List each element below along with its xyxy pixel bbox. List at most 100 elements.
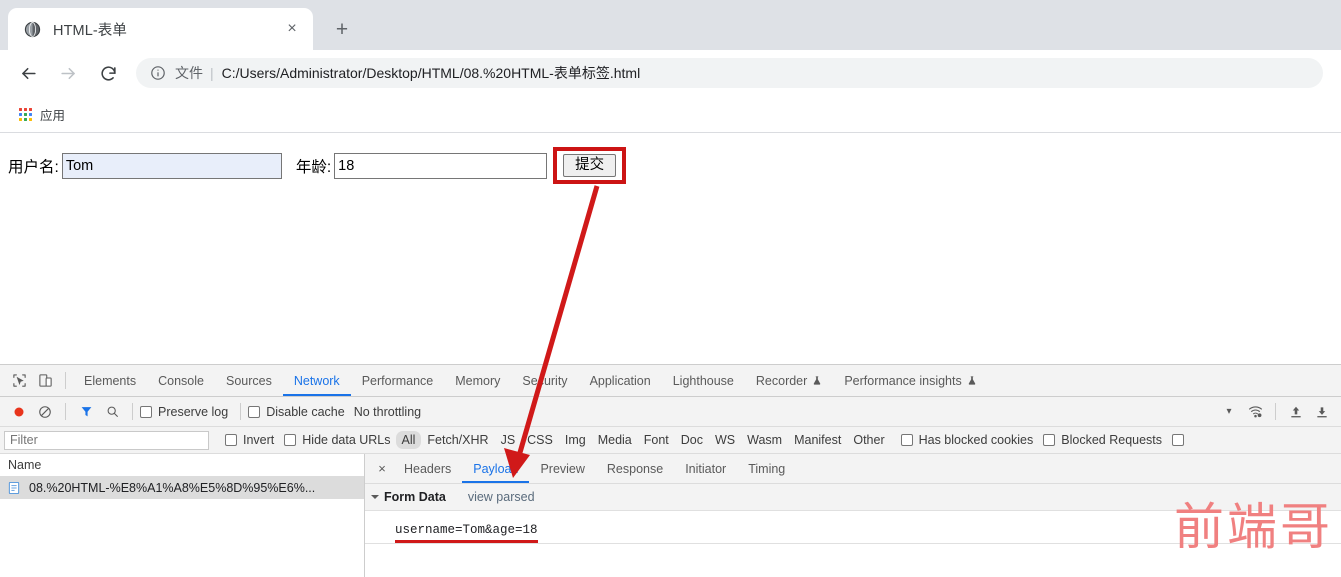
browser-tabstrip: HTML-表单 × + (0, 0, 1341, 50)
upload-arrow-icon[interactable] (1283, 399, 1309, 425)
disable-cache-checkbox[interactable]: Disable cache (248, 405, 345, 419)
close-icon[interactable]: × (281, 18, 303, 40)
network-toolbar: Preserve log Disable cache No throttling… (0, 397, 1341, 427)
details-tab-list: Headers Payload Preview Response Initiator Ti… (393, 454, 796, 483)
preserve-log-label: Preserve log (158, 404, 229, 419)
download-arrow-icon[interactable] (1309, 399, 1335, 425)
devtools-tab-label: Network (293, 373, 340, 388)
has-blocked-cookies-checkbox[interactable]: Has blocked cookies (900, 433, 1033, 447)
devtools-tab-security[interactable]: Security (511, 365, 578, 396)
devtools-tab-elements[interactable]: Elements (73, 365, 147, 396)
details-tab-timing[interactable]: Timing (737, 454, 796, 483)
devtools-tab-label: Sources (225, 373, 272, 388)
filter-type-font[interactable]: Font (638, 431, 675, 449)
browser-tab[interactable]: HTML-表单 × (8, 8, 313, 50)
disable-cache-label: Disable cache (266, 404, 345, 419)
devtools-tab-label: Lighthouse (672, 373, 734, 388)
age-input[interactable] (334, 152, 548, 179)
record-dot-icon[interactable] (6, 399, 32, 425)
toolbar-divider (240, 403, 242, 420)
bookmarks-bar: 应用 (0, 96, 1341, 133)
document-file-icon (6, 481, 21, 496)
close-icon[interactable]: × (371, 458, 393, 480)
details-tab-payload[interactable]: Payload (462, 454, 529, 483)
details-tab-headers[interactable]: Headers (393, 454, 462, 483)
devtools-tab-sources[interactable]: Sources (215, 365, 283, 396)
toolbar-divider (65, 403, 66, 420)
devtools-tab-network[interactable]: Network (283, 365, 351, 396)
filter-type-manifest[interactable]: Manifest (788, 431, 847, 449)
reload-button[interactable] (93, 58, 123, 88)
blocked-requests-checkbox[interactable]: Blocked Requests (1043, 433, 1162, 447)
flask-experiment-icon (967, 375, 977, 386)
devtools-tab-performance[interactable]: Performance (351, 365, 445, 396)
devtools-tab-lighthouse[interactable]: Lighthouse (662, 365, 745, 396)
forward-button[interactable] (53, 58, 83, 88)
network-filterbar: Invert Hide data URLs AllFetch/XHRJSCSSI… (0, 427, 1341, 454)
info-circle-icon[interactable] (150, 65, 166, 81)
devtools-panel: Elements Console Sources Network Performance… (0, 364, 1341, 577)
checkbox-box (1043, 434, 1056, 446)
bookmark-item-apps[interactable]: 应用 (12, 102, 72, 127)
filter-type-media[interactable]: Media (592, 431, 638, 449)
search-magnifier-icon[interactable] (99, 399, 125, 425)
column-header-name[interactable]: Name (0, 454, 364, 477)
clear-circle-slash-icon[interactable] (32, 399, 58, 425)
details-tab-preview[interactable]: Preview (529, 454, 595, 483)
request-row[interactable]: 08.%20HTML-%E8%A1%A8%E5%8D%95%E6%... (0, 477, 364, 499)
blocked-requests-label: Blocked Requests (1061, 433, 1163, 447)
filter-type-doc[interactable]: Doc (675, 431, 709, 449)
devtools-tab-label: Memory (455, 373, 501, 388)
filter-type-img[interactable]: Img (559, 431, 592, 449)
filter-type-all[interactable]: All (395, 431, 422, 449)
request-name: 08.%20HTML-%E8%A1%A8%E5%8D%95%E6%... (29, 481, 316, 495)
devtools-tab-application[interactable]: Application (579, 365, 662, 396)
devtools-tab-label: Console (158, 373, 204, 388)
filter-type-css[interactable]: CSS (521, 431, 559, 449)
preserve-log-checkbox[interactable]: Preserve log (140, 405, 228, 419)
checkbox-box (284, 434, 297, 446)
filter-type-fetch-xhr[interactable]: Fetch/XHR (421, 431, 494, 449)
toolbar-divider (1275, 403, 1276, 420)
details-tab-response[interactable]: Response (596, 454, 674, 483)
device-toggle-icon[interactable] (32, 368, 58, 394)
devtools-tabbar: Elements Console Sources Network Performance… (0, 365, 1341, 397)
devtools-tab-label: Recorder (755, 373, 808, 388)
filter-type-other[interactable]: Other (847, 431, 890, 449)
bookmark-label: 应用 (40, 108, 66, 123)
filter-type-js[interactable]: JS (495, 431, 522, 449)
details-tab-initiator[interactable]: Initiator (674, 454, 737, 483)
throttling-select[interactable]: No throttling (354, 405, 421, 419)
third-party-checkbox[interactable] (1172, 434, 1190, 446)
funnel-filter-icon[interactable] (73, 399, 99, 425)
request-list: Name 08.%20HTML-%E8%A1%A8%E5%8D%95%E6%..… (0, 454, 365, 577)
filter-type-ws[interactable]: WS (709, 431, 741, 449)
chevron-down-icon[interactable]: ▾ (1216, 399, 1242, 425)
username-input[interactable] (61, 152, 282, 179)
apps-grid-icon (19, 107, 32, 121)
devtools-tab-memory[interactable]: Memory (444, 365, 511, 396)
url-scheme-label: 文件 (175, 65, 203, 81)
invert-checkbox[interactable]: Invert (225, 433, 274, 447)
form-row: 用户名: 年龄: 提交 (8, 147, 1333, 185)
form-data-section-header[interactable]: Form Data view parsed (365, 484, 1341, 511)
inspect-cursor-icon[interactable] (6, 368, 32, 394)
toolbar-divider (132, 403, 133, 420)
details-tabbar: × Headers Payload Preview Response Initiator… (365, 454, 1341, 484)
username-label: 用户名: (8, 158, 59, 176)
view-parsed-link[interactable]: view parsed (468, 490, 535, 504)
form-data-value: username=Tom&age=18 (395, 523, 538, 543)
back-button[interactable] (13, 58, 43, 88)
devtools-tab-label: Performance insights (844, 373, 962, 388)
checkbox-box (1172, 434, 1185, 446)
address-bar[interactable]: 文件 | C:/Users/Administrator/Desktop/HTML… (136, 58, 1323, 88)
wifi-settings-icon[interactable] (1242, 399, 1268, 425)
hide-data-urls-checkbox[interactable]: Hide data URLs (284, 433, 391, 447)
devtools-tab-recorder[interactable]: Recorder (745, 365, 833, 396)
filter-type-wasm[interactable]: Wasm (741, 431, 788, 449)
devtools-tab-console[interactable]: Console (147, 365, 215, 396)
devtools-tab-performance-insights[interactable]: Performance insights (833, 365, 987, 396)
new-tab-button[interactable]: + (327, 14, 357, 44)
submit-button[interactable]: 提交 (563, 154, 617, 178)
filter-input[interactable] (4, 430, 209, 450)
